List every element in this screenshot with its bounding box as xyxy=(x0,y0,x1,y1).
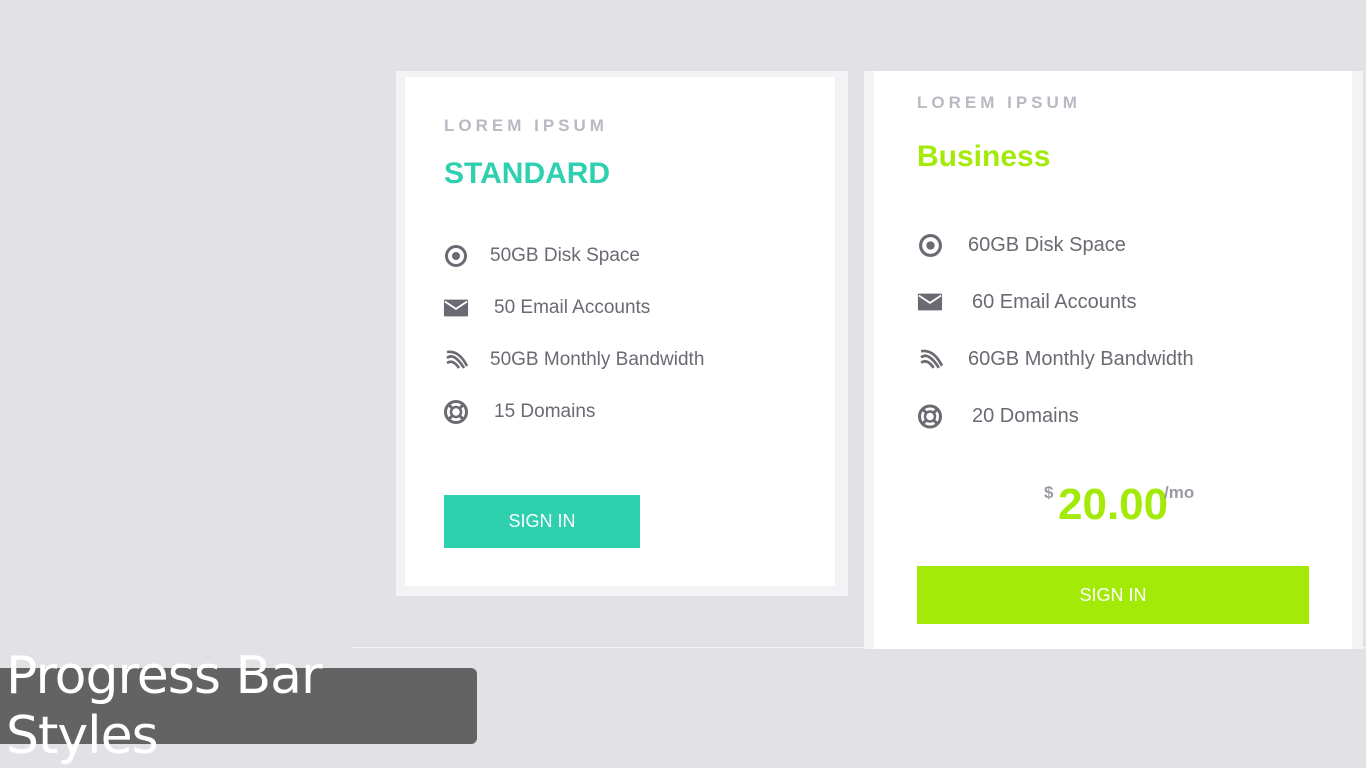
target-icon xyxy=(443,243,469,269)
standard-sign-in-button[interactable]: SIGN IN xyxy=(444,495,640,548)
envelope-icon xyxy=(917,289,943,315)
feature-label: 50GB Monthly Bandwidth xyxy=(490,349,705,370)
business-sign-in-button[interactable]: SIGN IN xyxy=(917,566,1309,624)
standard-eyebrow: LOREM IPSUM xyxy=(444,116,608,135)
business-plan-title: Business xyxy=(917,140,1051,173)
business-eyebrow: LOREM IPSUM xyxy=(917,93,1081,112)
standard-feature-email: 50 Email Accounts xyxy=(443,295,650,321)
lifebuoy-icon xyxy=(917,403,943,429)
standard-feature-domains: 15 Domains xyxy=(443,399,595,425)
business-price: $ 20.00 /mo xyxy=(1040,478,1210,538)
feature-label: 60GB Monthly Bandwidth xyxy=(968,347,1194,370)
feature-label: 60 Email Accounts xyxy=(972,290,1137,313)
feature-label: 60GB Disk Space xyxy=(968,233,1126,256)
pricing-stage: LOREM IPSUM STANDARD 50GB Disk Space 50 … xyxy=(0,0,1366,768)
envelope-icon xyxy=(443,295,469,321)
lifebuoy-icon xyxy=(443,399,469,425)
feature-label: 50 Email Accounts xyxy=(494,297,651,318)
feature-label: 50GB Disk Space xyxy=(490,245,640,266)
price-currency: $ xyxy=(1044,483,1054,502)
standard-feature-bandwidth: 50GB Monthly Bandwidth xyxy=(443,347,704,373)
price-period: /mo xyxy=(1164,483,1195,502)
price-amount: 20.00 xyxy=(1058,480,1169,529)
feature-label: 15 Domains xyxy=(494,401,596,422)
target-icon xyxy=(917,232,943,258)
bandwidth-icon xyxy=(917,346,943,372)
standard-feature-disk: 50GB Disk Space xyxy=(443,243,640,269)
business-feature-disk: 60GB Disk Space xyxy=(917,232,1126,258)
feature-label: 20 Domains xyxy=(972,404,1079,427)
business-feature-bandwidth: 60GB Monthly Bandwidth xyxy=(917,346,1194,372)
bandwidth-icon xyxy=(443,347,469,373)
caption-banner: Progress Bar Styles xyxy=(0,646,477,766)
business-feature-domains: 20 Domains xyxy=(917,403,1079,429)
standard-plan-title: STANDARD xyxy=(444,157,611,190)
business-feature-email: 60 Email Accounts xyxy=(917,289,1137,315)
